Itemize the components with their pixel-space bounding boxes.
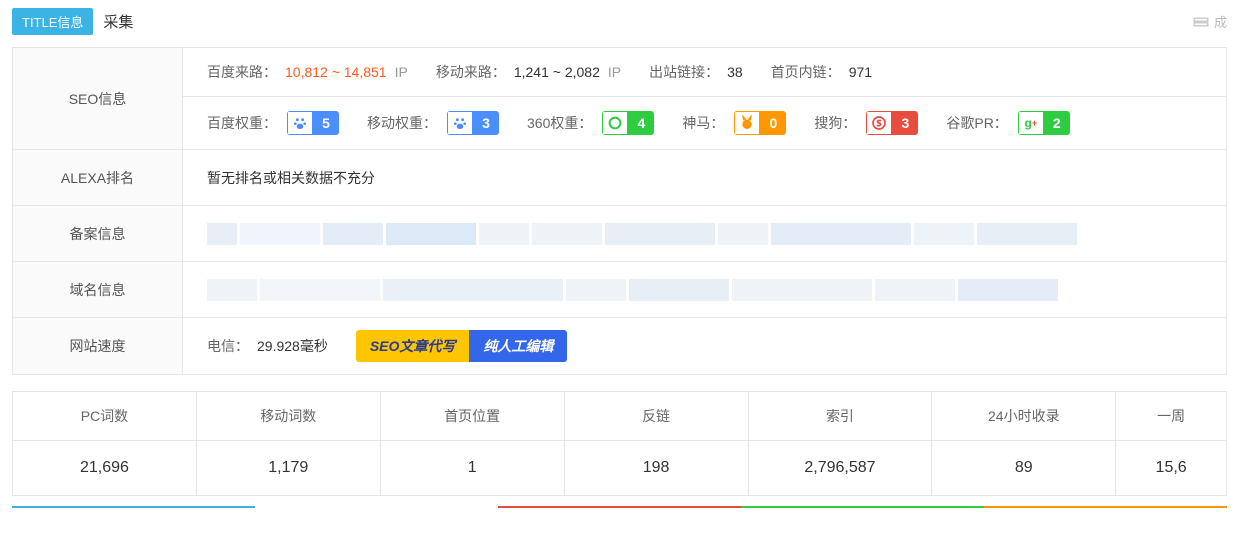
row-label-seo: SEO信息 — [13, 48, 183, 149]
alexa-value: 暂无排名或相关数据不充分 — [207, 168, 375, 188]
page-header: TITLE信息 采集 成 — [0, 0, 1239, 43]
stats-col-homepage-pos[interactable]: 首页位置 1 — [381, 392, 565, 495]
redacted-content — [207, 223, 1202, 245]
shenma-icon — [734, 111, 760, 135]
seo-weights-row: 百度权重： 5 移动权重： 3 — [183, 97, 1226, 149]
speed-content: 电信： 29.928毫秒 SEO文章代写 纯人工编辑 — [183, 318, 1226, 374]
weight-baidu-pc[interactable]: 百度权重： 5 — [207, 111, 339, 135]
row-label-alexa: ALEXA排名 — [13, 150, 183, 205]
weight-google[interactable]: 谷歌PR： g+ 2 — [946, 111, 1069, 135]
baidu-traffic: 百度来路： 10,812 ~ 14,851 IP — [207, 62, 408, 82]
outbound-links: 出站链接： 38 — [649, 62, 743, 82]
row-speed: 网站速度 电信： 29.928毫秒 SEO文章代写 纯人工编辑 — [13, 318, 1226, 374]
redacted-content — [207, 279, 1202, 301]
stats-col-24h[interactable]: 24小时收录 89 — [932, 392, 1116, 495]
tab-indicator[interactable] — [498, 506, 741, 510]
row-label-domain: 域名信息 — [13, 262, 183, 317]
tab-indicator[interactable] — [255, 506, 498, 510]
promo-left-text: SEO文章代写 — [356, 330, 470, 362]
tab-indicator[interactable] — [741, 506, 984, 510]
stats-col-index[interactable]: 索引 2,796,587 — [749, 392, 933, 495]
title-badge: TITLE信息 — [12, 8, 93, 35]
top-action-icon[interactable]: 成 — [1192, 12, 1227, 31]
row-beian: 备案信息 — [13, 206, 1226, 262]
row-seo: SEO信息 百度来路： 10,812 ~ 14,851 IP 移动来路： 1,2… — [13, 48, 1226, 150]
google-icon: g+ — [1018, 111, 1044, 135]
row-label-beian: 备案信息 — [13, 206, 183, 261]
q360-icon — [602, 111, 628, 135]
weight-baidu-mobile[interactable]: 移动权重： 3 — [367, 111, 499, 135]
stats-col-backlinks[interactable]: 反链 198 — [565, 392, 749, 495]
beian-content — [183, 206, 1226, 261]
weight-sogou[interactable]: 搜狗： 3 — [814, 111, 918, 135]
homepage-links: 首页内链： 971 — [771, 62, 872, 82]
baidu-mobile-icon — [447, 111, 473, 135]
weight-shenma[interactable]: 神马： 0 — [682, 111, 786, 135]
stats-table: PC词数 21,696 移动词数 1,179 首页位置 1 反链 198 索引 … — [12, 391, 1227, 496]
tab-indicator[interactable] — [12, 506, 255, 510]
baidu-paw-icon — [287, 111, 313, 135]
seo-traffic-row: 百度来路： 10,812 ~ 14,851 IP 移动来路： 1,241 ~ 2… — [183, 48, 1226, 97]
promo-banner[interactable]: SEO文章代写 纯人工编辑 — [356, 330, 568, 362]
stats-col-week[interactable]: 一周 15,6 — [1116, 392, 1226, 495]
alexa-content: 暂无排名或相关数据不充分 — [183, 150, 1226, 205]
bottom-tab-indicators — [12, 506, 1227, 510]
seo-info-table: SEO信息 百度来路： 10,812 ~ 14,851 IP 移动来路： 1,2… — [12, 47, 1227, 375]
row-label-speed: 网站速度 — [13, 318, 183, 374]
promo-right-text: 纯人工编辑 — [469, 330, 567, 362]
row-domain: 域名信息 — [13, 262, 1226, 318]
weight-360[interactable]: 360权重： 4 — [527, 111, 654, 135]
page-title: 采集 — [103, 11, 133, 32]
mobile-traffic: 移动来路： 1,241 ~ 2,082 IP — [436, 62, 621, 82]
domain-content — [183, 262, 1226, 317]
row-alexa: ALEXA排名 暂无排名或相关数据不充分 — [13, 150, 1226, 206]
sogou-icon — [866, 111, 892, 135]
top-action-label: 成 — [1214, 12, 1227, 31]
stats-col-mobile-words[interactable]: 移动词数 1,179 — [197, 392, 381, 495]
seo-content: 百度来路： 10,812 ~ 14,851 IP 移动来路： 1,241 ~ 2… — [183, 48, 1226, 149]
speed-value-group: 电信： 29.928毫秒 — [207, 336, 328, 356]
stats-col-pc-words[interactable]: PC词数 21,696 — [13, 392, 197, 495]
tab-indicator[interactable] — [984, 506, 1227, 510]
